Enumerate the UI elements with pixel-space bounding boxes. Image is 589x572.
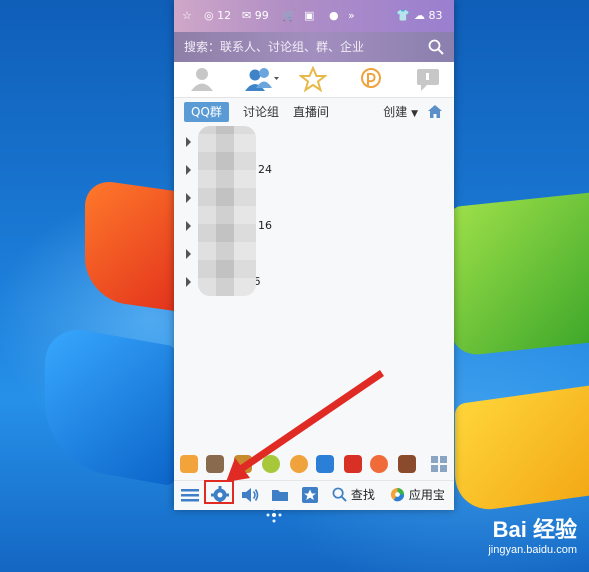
pet-icon[interactable]: [370, 455, 388, 473]
expand-arrow-icon[interactable]: [186, 193, 191, 203]
chevron-down-icon: ▼: [411, 109, 418, 119]
tab-qq-groups[interactable]: QQ群: [184, 102, 229, 122]
contacts-tab-icon[interactable]: [188, 66, 216, 92]
qzone-count: 12: [217, 9, 232, 22]
status-bar: ☆ ◎ 12 ✉ 99 🛒 ▣ ● » 👕 ☁ 83: [174, 0, 454, 32]
jd-icon[interactable]: [344, 455, 362, 473]
settings-highlight-box: [204, 480, 234, 504]
free-wifi-icon[interactable]: [290, 455, 308, 473]
app-grid-icon[interactable]: [430, 455, 448, 473]
messages-tab-icon[interactable]: [414, 66, 442, 92]
hat-icon[interactable]: [234, 455, 252, 473]
watermark-logo: Bai 经验: [492, 517, 577, 542]
app-icons-row: [174, 452, 454, 478]
mail-count: 99: [254, 9, 269, 22]
game-icon[interactable]: [206, 455, 224, 473]
weather-temp: 83: [428, 9, 443, 22]
cart-icon[interactable]: 🛒: [282, 7, 296, 25]
expand-arrow-icon[interactable]: [186, 249, 191, 259]
find-label: 查找: [350, 488, 375, 502]
security-icon[interactable]: [316, 455, 334, 473]
windows-logo-blue: [45, 323, 175, 487]
wallet-icon[interactable]: ▣: [304, 7, 314, 25]
favorites-box-icon[interactable]: [300, 485, 320, 505]
group-sub-tabs: QQ群 讨论组 直播间 创建 ▼: [174, 98, 454, 126]
group-count: 24: [258, 163, 272, 176]
star-icon[interactable]: ☆: [182, 7, 192, 25]
interest-tab-icon[interactable]: [357, 66, 385, 92]
folder-icon[interactable]: [270, 485, 290, 505]
search-bar[interactable]: 搜索：联系人、讨论组、群、企业: [174, 32, 454, 62]
weather-icon[interactable]: ☁ 83: [414, 7, 443, 25]
task-icon[interactable]: [180, 455, 198, 473]
windows-logo-green: [450, 192, 589, 358]
expand-arrow-icon[interactable]: [186, 277, 191, 287]
mail-icon[interactable]: ✉ 99: [242, 7, 269, 25]
tab-discussion[interactable]: 讨论组: [236, 102, 286, 122]
volume-icon[interactable]: [240, 485, 260, 505]
create-button[interactable]: 创建 ▼: [383, 102, 418, 122]
search-icon[interactable]: [428, 39, 444, 55]
baidu-jingyan-watermark: Bai 经验 jingyan.baidu.com: [437, 512, 577, 564]
windows-logo-yellow: [455, 385, 589, 515]
search-input[interactable]: 搜索：联系人、讨论组、群、企业: [184, 32, 364, 62]
qq-main-panel: ☆ ◎ 12 ✉ 99 🛒 ▣ ● » 👕 ☁ 83 搜索：联系人、讨论组、群、…: [174, 0, 454, 510]
qzone-icon[interactable]: ◎ 12: [204, 7, 231, 25]
book-icon[interactable]: [398, 455, 416, 473]
group-count: 16: [258, 219, 272, 232]
tab-live[interactable]: 直播间: [286, 102, 336, 122]
expand-arrow-icon[interactable]: [186, 137, 191, 147]
magnifier-icon: [332, 487, 347, 502]
more-icon[interactable]: »: [348, 7, 355, 25]
main-tabs: [174, 62, 454, 98]
app-store-label: 应用宝: [408, 488, 445, 502]
app-store-button[interactable]: 应用宝: [390, 485, 445, 505]
expand-arrow-icon[interactable]: [186, 165, 191, 175]
windows-logo-red: [85, 178, 180, 312]
find-button[interactable]: 查找: [332, 485, 375, 505]
app-store-icon: [390, 487, 405, 502]
watermark-url: jingyan.baidu.com: [488, 544, 577, 556]
shirt-icon[interactable]: 👕: [396, 7, 410, 25]
sparkle-icon: [266, 507, 282, 523]
music-icon[interactable]: [262, 455, 280, 473]
expand-arrow-icon[interactable]: [186, 221, 191, 231]
groups-tab-icon[interactable]: [244, 66, 280, 92]
privacy-mosaic: [198, 126, 256, 296]
home-icon[interactable]: [428, 105, 442, 118]
penguin-icon[interactable]: ●: [329, 7, 339, 25]
create-button-label: 创建: [383, 105, 408, 119]
favorites-tab-icon[interactable]: [299, 66, 327, 92]
main-menu-icon[interactable]: [180, 485, 200, 505]
